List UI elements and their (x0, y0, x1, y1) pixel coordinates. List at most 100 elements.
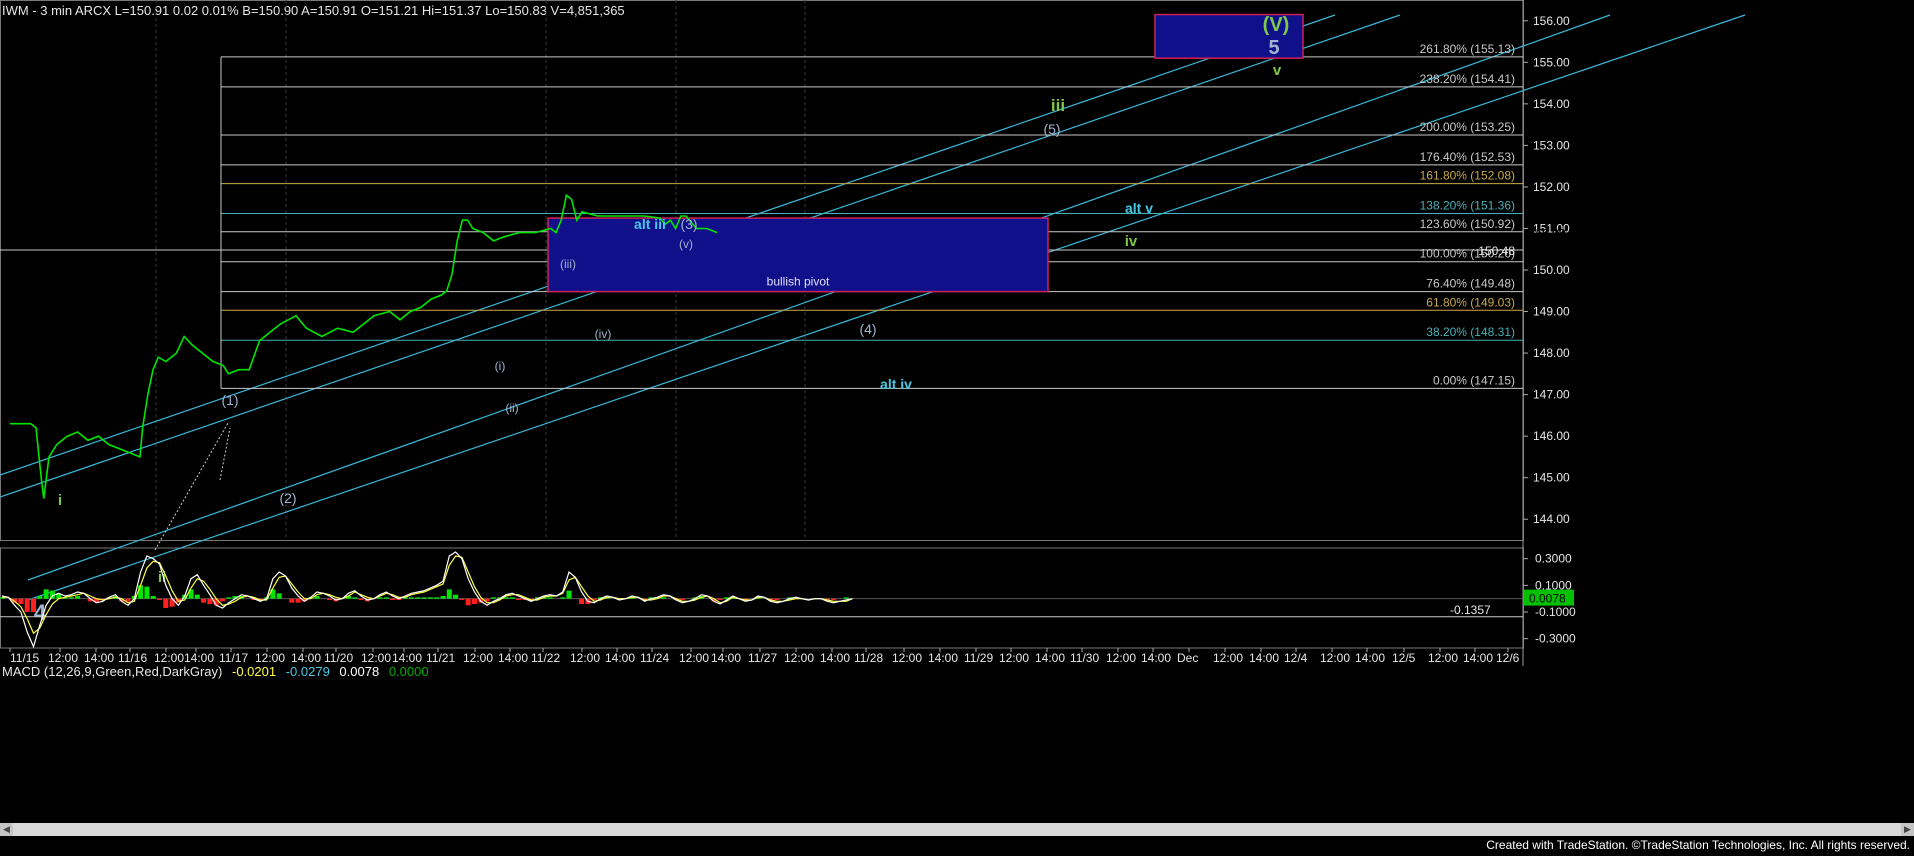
wave-label: iii (1051, 96, 1065, 115)
x-tick-label: 14:00 (1035, 651, 1065, 665)
macd-value-3: 0.0078 (339, 664, 380, 679)
fib-level-label: 76.40% (149.48) (1426, 277, 1515, 291)
fib-level-label: 0.00% (147.15) (1433, 373, 1515, 387)
x-tick-label: 12:00 (784, 651, 814, 665)
wave-label: (i) (495, 359, 506, 373)
macd-histogram-bar (220, 598, 225, 602)
x-tick-label: Dec (1177, 651, 1198, 665)
macd-histogram-bar (352, 597, 358, 599)
chart-root: IWM - 3 min ARCX L=150.91 0.02 0.01% B=1… (0, 0, 1914, 856)
macd-value-4: 0.0000 (388, 664, 429, 679)
x-tick-label: 11/28 (854, 651, 883, 665)
x-tick-label: 12:00 (154, 651, 184, 665)
macd-histogram-bar (415, 597, 421, 599)
x-tick-label: 14:00 (1141, 651, 1171, 665)
reference-price-label: 150.48 (1478, 244, 1515, 258)
macd-histogram-bar (157, 598, 162, 600)
x-tick-label: 14:00 (820, 651, 850, 665)
wave-label: 5 (1268, 37, 1279, 59)
x-tick-label: 14:00 (1355, 651, 1385, 665)
x-tick-label: 12:00 (1213, 651, 1243, 665)
macd-histogram-bar (459, 598, 465, 600)
scroll-right-arrow-icon[interactable]: ▶ (1901, 823, 1914, 836)
y-tick-label: 156.00 (1533, 14, 1570, 28)
fib-level-label: 38.20% (148.31) (1426, 325, 1515, 339)
macd-histogram-bar (472, 598, 477, 604)
macd-histogram-bar (201, 598, 207, 603)
scroll-left-arrow-icon[interactable]: ◀ (0, 823, 13, 836)
macd-histogram-bar (377, 597, 383, 599)
macd-histogram-bar (717, 598, 723, 600)
macd-histogram-bar (566, 590, 572, 599)
macd-histogram-bar (327, 598, 333, 600)
x-tick-label: 14:00 (1463, 651, 1493, 665)
x-tick-label: 12:00 (1320, 651, 1350, 665)
x-tick-label: 12:00 (679, 651, 709, 665)
x-tick-label: 14:00 (291, 651, 321, 665)
macd-y-tick-label: -0.3000 (1535, 632, 1576, 646)
wave-label: alt v (1125, 200, 1153, 216)
wave-label: (3) (680, 216, 697, 232)
fib-level-label: 261.80% (155.13) (1420, 42, 1515, 56)
macd-signal-line (2, 555, 853, 635)
horizontal-scrollbar[interactable]: ◀ ▶ (0, 823, 1914, 836)
wave-label: alt iii (634, 216, 666, 232)
macd-histogram-bar (579, 598, 585, 604)
y-tick-label: 149.00 (1533, 305, 1570, 319)
macd-value-1: -0.0201 (231, 664, 277, 679)
wave-label: v (1273, 62, 1282, 79)
x-tick-label: 11/20 (324, 651, 353, 665)
macd-header: MACD (12,26,9,Green,Red,DarkGray) -0.020… (2, 664, 429, 679)
x-tick-label: 11/24 (640, 651, 669, 665)
wave-label: (5) (1043, 121, 1060, 137)
main-chart: 11/15 12:00 14:00 11/16 12:00 14:00 11/17 12:00… (0, 0, 1746, 666)
macd-histogram-bar (358, 598, 364, 600)
macd-value-2: -0.0279 (285, 664, 330, 679)
macd-histogram-bar (138, 585, 144, 599)
x-tick-label: 12:00 (255, 651, 285, 665)
fib-level-label: 61.80% (149.03) (1426, 295, 1515, 309)
y-tick-label: 145.00 (1533, 471, 1570, 485)
macd-histogram-bar (490, 597, 496, 599)
macd-histogram-bar (276, 593, 282, 599)
macd-histogram-bar (509, 597, 515, 599)
macd-histogram-bar (547, 597, 553, 599)
y-tick-label: 152.00 (1533, 180, 1570, 194)
wave-label: (2) (279, 490, 296, 506)
macd-histogram-bar (661, 597, 666, 599)
macd-histogram-bar (207, 598, 213, 604)
macd-histogram-bar (18, 598, 24, 604)
y-tick-label: 154.00 (1533, 97, 1570, 111)
x-tick-label: 11/16 (118, 651, 147, 665)
macd-histogram-bar (679, 598, 685, 600)
macd-histogram-bar (421, 597, 427, 599)
x-tick-label: 14:00 (184, 651, 214, 665)
x-tick-label: 12:00 (48, 651, 78, 665)
wave-label: (ii) (505, 401, 518, 415)
macd-histogram-bar (31, 598, 36, 612)
macd-name: MACD (12,26,9,Green,Red,DarkGray) (2, 664, 223, 679)
fib-level-label: 138.20% (151.36) (1420, 199, 1515, 213)
macd-histogram-bar (150, 596, 156, 599)
x-tick-label: 12:00 (570, 651, 600, 665)
x-tick-label: 14:00 (392, 651, 422, 665)
macd-histogram-bar (144, 586, 150, 599)
macd-current-label: 0.0078 (1529, 592, 1566, 606)
macd-histogram-bar (446, 589, 452, 599)
fib-level-label: 238.20% (154.41) (1420, 72, 1515, 86)
macd-histogram-bar (560, 597, 566, 599)
x-tick-label: 11/17 (219, 651, 248, 665)
x-tick-label: 12:00 (1106, 651, 1136, 665)
macd-histogram-bar (163, 598, 169, 608)
macd-y-tick-label: 0.3000 (1535, 552, 1572, 566)
macd-histogram-bar (68, 597, 74, 599)
macd-reference-label: -0.1357 (1450, 603, 1491, 617)
x-tick-label: 11/30 (1070, 651, 1099, 665)
macd-histogram-bar (194, 594, 200, 599)
macd-histogram-bar (24, 598, 30, 612)
x-tick-label: 11/15 (10, 651, 39, 665)
macd-histogram-bar (843, 597, 849, 599)
x-tick-label: 14:00 (1249, 651, 1279, 665)
macd-histogram-bar (43, 589, 49, 599)
x-tick-label: 14:00 (84, 651, 114, 665)
